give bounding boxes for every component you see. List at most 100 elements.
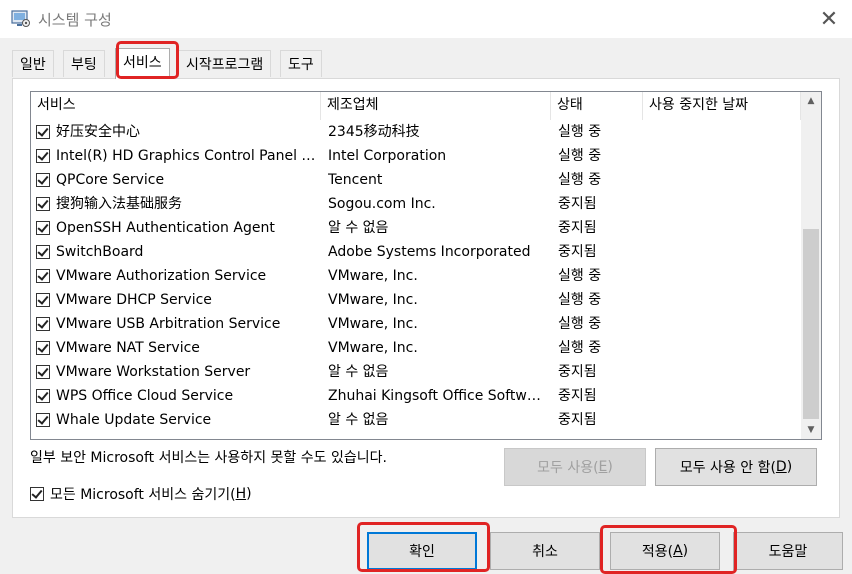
service-status: 실행 중 — [558, 172, 602, 188]
service-checkbox[interactable] — [36, 413, 50, 427]
service-disabled-date — [650, 216, 790, 240]
service-checkbox[interactable] — [36, 293, 50, 307]
table-row[interactable]: VMware DHCP Service VMware, Inc. 실행 중 — [31, 288, 801, 312]
service-manufacturer: 알 수 없음 — [328, 364, 389, 380]
table-row[interactable]: VMware Authorization Service VMware, Inc.… — [31, 264, 801, 288]
service-status: 중지됨 — [558, 412, 597, 428]
service-disabled-date — [650, 312, 790, 336]
service-manufacturer: 알 수 없음 — [328, 220, 389, 236]
enable-all-button[interactable]: 모두 사용(E) — [504, 448, 646, 486]
service-name: Intel(R) HD Graphics Control Panel S... — [56, 148, 321, 164]
column-service[interactable]: 서비스 — [31, 92, 321, 120]
service-checkbox[interactable] — [36, 149, 50, 163]
services-list[interactable]: 서비스 제조업체 상태 사용 중지한 날짜 好压安全中心 2345移动科技 실행 중… — [30, 91, 822, 440]
service-status: 실행 중 — [558, 292, 602, 308]
service-status: 중지됨 — [558, 196, 597, 212]
service-status: 실행 중 — [558, 340, 602, 356]
service-manufacturer: VMware, Inc. — [328, 292, 418, 308]
tab-general[interactable]: 일반 — [12, 50, 54, 77]
service-disabled-date — [650, 168, 790, 192]
service-manufacturer: VMware, Inc. — [328, 316, 418, 332]
window-title: 시스템 구성 — [38, 11, 112, 29]
service-checkbox[interactable] — [36, 269, 50, 283]
tab-tools[interactable]: 도구 — [280, 50, 322, 77]
service-checkbox[interactable] — [36, 389, 50, 403]
service-name: Whale Update Service — [56, 412, 212, 428]
hide-microsoft-services-checkbox[interactable]: 모든 Microsoft 서비스 숨기기(H) — [30, 484, 252, 504]
service-manufacturer: Tencent — [328, 172, 383, 188]
service-name: VMware Workstation Server — [56, 364, 251, 380]
vertical-scrollbar[interactable]: ▲ ▼ — [801, 92, 821, 439]
table-row[interactable]: VMware USB Arbitration Service VMware, In… — [31, 312, 801, 336]
service-status: 실행 중 — [558, 316, 602, 332]
table-row[interactable]: 好压安全中心 2345移动科技 실행 중 — [31, 120, 801, 144]
service-status: 실행 중 — [558, 268, 602, 284]
column-status[interactable]: 상태 — [551, 92, 643, 120]
table-row[interactable]: 搜狗输入法基础服务 Sogou.com Inc. 중지됨 — [31, 192, 801, 216]
service-name: 搜狗输入法基础服务 — [56, 196, 182, 212]
checkbox-icon[interactable] — [30, 487, 44, 501]
service-disabled-date — [650, 360, 790, 384]
service-manufacturer: 2345移动科技 — [328, 124, 420, 140]
service-checkbox[interactable] — [36, 365, 50, 379]
service-disabled-date — [650, 264, 790, 288]
service-checkbox[interactable] — [36, 317, 50, 331]
close-button[interactable]: ✕ — [806, 0, 852, 38]
service-name: QPCore Service — [56, 172, 165, 188]
table-row[interactable]: QPCore Service Tencent 실행 중 — [31, 168, 801, 192]
table-row[interactable]: Whale Update Service 알 수 없음 중지됨 — [31, 408, 801, 432]
service-manufacturer: VMware, Inc. — [328, 340, 418, 356]
tab-boot[interactable]: 부팅 — [63, 50, 105, 77]
help-button[interactable]: 도움말 — [733, 532, 843, 570]
service-checkbox[interactable] — [36, 197, 50, 211]
service-manufacturer: Sogou.com Inc. — [328, 196, 436, 212]
service-checkbox[interactable] — [36, 221, 50, 235]
service-name: VMware Authorization Service — [56, 268, 267, 284]
table-row[interactable]: OpenSSH Authentication Agent 알 수 없음 중지됨 — [31, 216, 801, 240]
title-bar: 시스템 구성 ✕ — [0, 0, 852, 38]
service-disabled-date — [650, 336, 790, 360]
service-disabled-date — [650, 192, 790, 216]
service-disabled-date — [650, 144, 790, 168]
scroll-thumb[interactable] — [803, 229, 819, 419]
service-status: 중지됨 — [558, 364, 597, 380]
service-name: OpenSSH Authentication Agent — [56, 220, 275, 236]
highlight-apply-button — [600, 525, 737, 574]
service-rows: 好压安全中心 2345移动科技 실행 중 Intel(R) HD Graphics C… — [31, 120, 801, 432]
service-name: VMware USB Arbitration Service — [56, 316, 281, 332]
column-disabled-date[interactable]: 사용 중지한 날짜 — [643, 92, 801, 120]
service-name: VMware DHCP Service — [56, 292, 212, 308]
tab-startup[interactable]: 시작프로그램 — [178, 50, 272, 77]
service-manufacturer: Intel Corporation — [328, 148, 447, 164]
highlight-ok-button — [357, 522, 490, 572]
service-disabled-date — [650, 120, 790, 144]
table-row[interactable]: VMware Workstation Server 알 수 없음 중지됨 — [31, 360, 801, 384]
service-checkbox[interactable] — [36, 125, 50, 139]
table-row[interactable]: SwitchBoard Adobe Systems Incorporated 중지됨 — [31, 240, 801, 264]
table-row[interactable]: Intel(R) HD Graphics Control Panel S... I… — [31, 144, 801, 168]
service-status: 실행 중 — [558, 124, 602, 140]
service-manufacturer: VMware, Inc. — [328, 268, 418, 284]
service-checkbox[interactable] — [36, 341, 50, 355]
scroll-up-icon[interactable]: ▲ — [801, 92, 821, 110]
service-manufacturer: Zhuhai Kingsoft Office Softwa... — [328, 388, 548, 404]
service-checkbox[interactable] — [36, 245, 50, 259]
scroll-down-icon[interactable]: ▼ — [801, 421, 821, 439]
security-notice: 일부 보안 Microsoft 서비스는 사용하지 못할 수도 있습니다. — [30, 450, 387, 466]
service-disabled-date — [650, 384, 790, 408]
table-row[interactable]: WPS Office Cloud Service Zhuhai Kingsoft … — [31, 384, 801, 408]
list-header: 서비스 제조업체 상태 사용 중지한 날짜 — [31, 92, 801, 120]
service-checkbox[interactable] — [36, 173, 50, 187]
service-status: 중지됨 — [558, 244, 597, 260]
table-row[interactable]: VMware NAT Service VMware, Inc. 실행 중 — [31, 336, 801, 360]
service-manufacturer: Adobe Systems Incorporated — [328, 244, 531, 260]
service-status: 중지됨 — [558, 220, 597, 236]
service-name: SwitchBoard — [56, 244, 144, 260]
column-manufacturer[interactable]: 제조업체 — [321, 92, 551, 120]
cancel-button[interactable]: 취소 — [490, 532, 600, 570]
service-name: VMware NAT Service — [56, 340, 200, 356]
service-status: 중지됨 — [558, 388, 597, 404]
system-config-icon — [11, 10, 30, 27]
disable-all-button[interactable]: 모두 사용 안 함(D) — [655, 448, 817, 486]
service-manufacturer: 알 수 없음 — [328, 412, 389, 428]
